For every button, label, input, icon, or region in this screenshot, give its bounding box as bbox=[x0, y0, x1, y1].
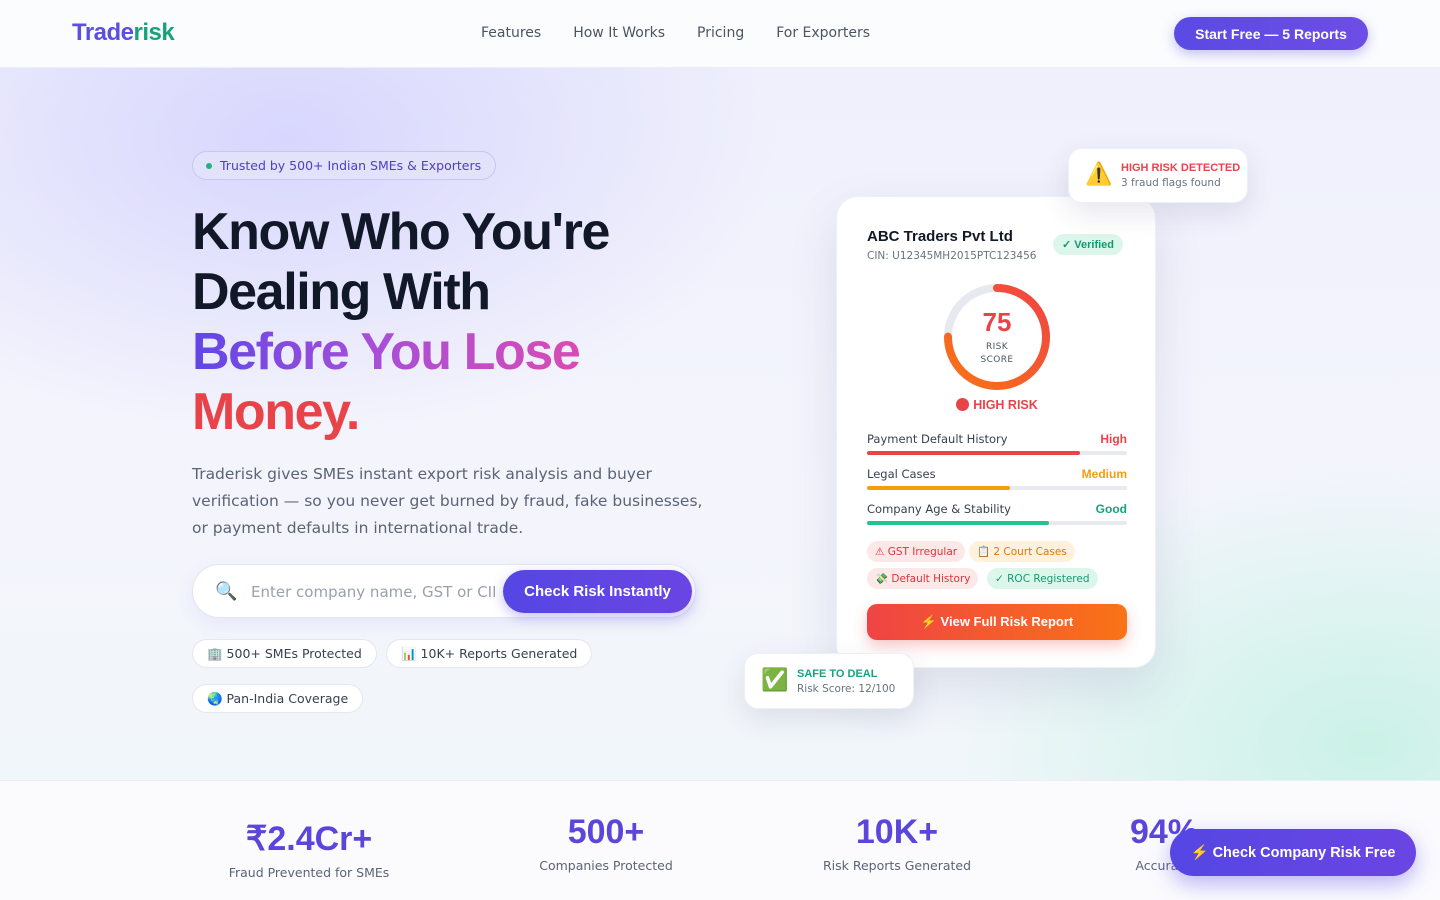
metric-payment-default: Payment Default History High bbox=[867, 432, 1127, 455]
risk-report-card: ABC Traders Pvt Ltd CIN: U12345MH2015PTC… bbox=[836, 196, 1156, 668]
brand-logo[interactable]: Traderisk bbox=[72, 19, 175, 47]
warning-icon: ⚠️ bbox=[1085, 162, 1113, 187]
nav-link-how-it-works[interactable]: How It Works bbox=[573, 25, 665, 41]
nav-links: Features How It Works Pricing For Export… bbox=[481, 25, 870, 41]
metric-bar bbox=[867, 521, 1127, 525]
tag-court-cases: 📋 2 Court Cases bbox=[969, 541, 1075, 562]
metric-bar-fill bbox=[867, 451, 1081, 455]
tag-default-history: 💸 Default History bbox=[867, 568, 979, 589]
stat-fraud-prevented: ₹2.4Cr+ Fraud Prevented for SMEs bbox=[228, 820, 390, 880]
high-risk-alert: ⚠️ HIGH RISK DETECTED 3 fraud flags foun… bbox=[1068, 148, 1248, 203]
check-risk-button[interactable]: Check Risk Instantly bbox=[503, 570, 692, 613]
nav-link-features[interactable]: Features bbox=[481, 25, 541, 41]
safe-to-deal-alert: ✅ SAFE TO DEAL Risk Score: 12/100 bbox=[744, 653, 914, 709]
search-icon: 🔍 bbox=[215, 581, 238, 602]
stat-pill-coverage: 🌏 Pan-India Coverage bbox=[192, 684, 364, 713]
view-full-report-button[interactable]: ⚡ View Full Risk Report bbox=[867, 604, 1127, 640]
stat-reports-generated: 10K+ Risk Reports Generated bbox=[822, 813, 972, 873]
top-nav: Traderisk Features How It Works Pricing … bbox=[0, 0, 1440, 68]
stat-companies-protected: 500+ Companies Protected bbox=[539, 813, 673, 873]
start-free-button[interactable]: Start Free — 5 Reports bbox=[1174, 17, 1368, 50]
hero-headline: Know Who You're Dealing With Before You … bbox=[192, 203, 610, 441]
check-company-risk-fab[interactable]: ⚡ Check Company Risk Free bbox=[1170, 829, 1416, 876]
tag-gst-irregular: ⚠ GST Irregular bbox=[867, 541, 966, 562]
hero-section: Trusted by 500+ Indian SMEs & Exporters … bbox=[0, 68, 1440, 780]
stat-pill-reports: 📊 10K+ Reports Generated bbox=[386, 639, 593, 668]
risk-level-badge: HIGH RISK bbox=[837, 398, 1157, 412]
trust-badge: Trusted by 500+ Indian SMEs & Exporters bbox=[192, 151, 497, 180]
risk-score-value: 75 bbox=[982, 307, 1012, 337]
hero-subtext: Traderisk gives SMEs instant export risk… bbox=[192, 465, 703, 537]
stat-pill-smes: 🏢 500+ SMEs Protected bbox=[192, 639, 377, 668]
verified-badge: ✓ Verified bbox=[1053, 234, 1124, 255]
company-search-input[interactable] bbox=[251, 577, 495, 607]
metric-bar-fill bbox=[867, 486, 1010, 490]
company-cin: CIN: U12345MH2015PTC123456 bbox=[867, 250, 1037, 262]
metric-bar bbox=[867, 486, 1127, 490]
metric-bar bbox=[867, 451, 1127, 455]
nav-link-for-exporters[interactable]: For Exporters bbox=[776, 25, 870, 41]
check-mark-icon: ✅ bbox=[761, 668, 789, 693]
red-circle-icon bbox=[956, 398, 970, 411]
status-dot-icon bbox=[206, 162, 212, 169]
tag-roc-registered: ✓ ROC Registered bbox=[987, 568, 1098, 589]
metric-company-age: Company Age & Stability Good bbox=[867, 502, 1127, 525]
company-name: ABC Traders Pvt Ltd bbox=[867, 228, 1013, 245]
metric-bar-fill bbox=[867, 521, 1049, 525]
nav-link-pricing[interactable]: Pricing bbox=[697, 25, 744, 41]
company-search-bar: 🔍 Check Risk Instantly bbox=[192, 564, 696, 618]
metric-legal-cases: Legal Cases Medium bbox=[867, 467, 1127, 490]
risk-score-label: RISK SCORE bbox=[980, 342, 1014, 365]
